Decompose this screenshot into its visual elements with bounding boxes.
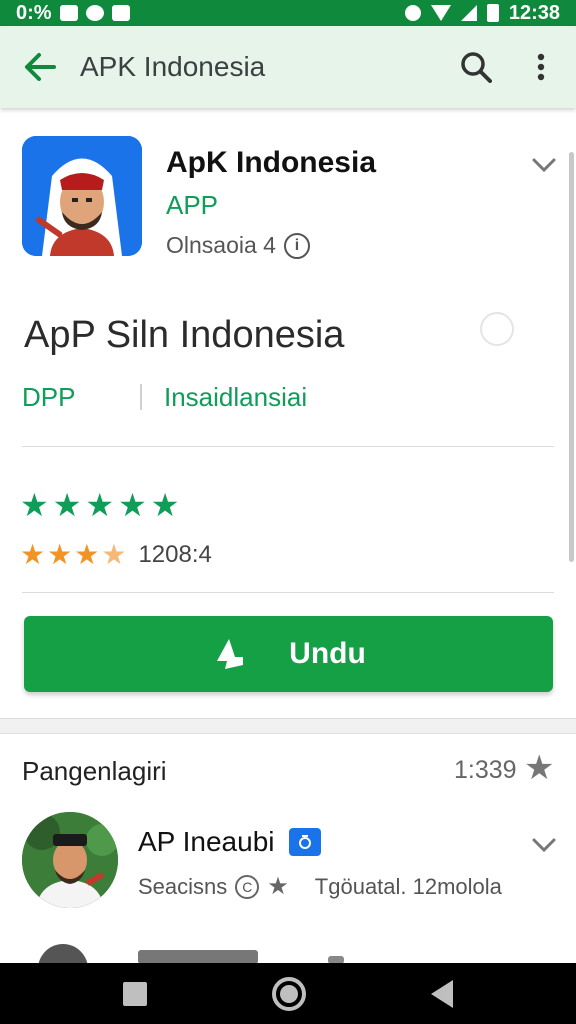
toolbar: APK Indonesia: [0, 26, 576, 108]
notification-icon: [59, 5, 78, 21]
check-icon: [480, 312, 514, 346]
more-vert-icon: [537, 53, 545, 81]
list-item-title[interactable]: AP Ineaubi: [138, 826, 321, 858]
c-circle-icon: C: [235, 874, 260, 899]
star-icon: ★: [74, 539, 100, 570]
search-button[interactable]: [446, 26, 506, 108]
list-item-subtitle: Seacisns C ★ Tgöuatal. 12molola: [138, 872, 502, 901]
star-icon: ★: [267, 873, 289, 900]
badge-glyph-icon: [298, 835, 311, 849]
app-headline: ApP Siln Indonesia: [24, 314, 345, 356]
list-item-title-text: AP Ineaubi: [138, 826, 275, 857]
divider: [22, 446, 554, 447]
star-icon: ★: [118, 487, 147, 523]
more-options-button[interactable]: [506, 26, 576, 108]
app-icon[interactable]: [22, 136, 142, 256]
avatar[interactable]: [22, 812, 118, 908]
toolbar-title: APK Indonesia: [80, 51, 266, 82]
status-left: 0:%: [16, 2, 130, 25]
scrollbar[interactable]: [569, 152, 574, 562]
app-category[interactable]: DPP: [22, 382, 75, 413]
app-type[interactable]: APP: [166, 190, 218, 221]
info-icon[interactable]: i: [283, 232, 310, 259]
section-title: Pangenlagiri: [22, 756, 167, 786]
star-icon: ★: [85, 487, 115, 523]
star-icon: ★: [20, 487, 49, 523]
battery-icon: [486, 4, 499, 22]
android-notification-icon: [111, 5, 130, 21]
chevron-down-icon[interactable]: [528, 832, 560, 860]
arrow-left-icon: [25, 53, 56, 81]
star-icon: ★: [20, 539, 46, 570]
divider: [22, 592, 554, 593]
star-icon: ★: [150, 487, 180, 523]
app-name: ApK Indonesia: [166, 146, 377, 179]
status-right: 12:38: [404, 1, 560, 25]
status-left-text: 0:%: [16, 1, 52, 24]
section-count: 1:339: [454, 756, 517, 784]
alarm-icon: [404, 5, 421, 21]
install-status[interactable]: Insaidlansiai: [164, 382, 307, 413]
rating-count: 1208:4: [138, 541, 212, 568]
download-button-label: Undu: [289, 637, 366, 670]
download-button[interactable]: Undu: [24, 616, 553, 692]
divider: [140, 384, 142, 410]
app-icon-illustration: [22, 136, 142, 256]
avatar-illustration: [22, 812, 118, 908]
recents-button[interactable]: [122, 981, 147, 1006]
chevron-down-icon[interactable]: [528, 152, 560, 180]
app-notification-icon: [85, 5, 104, 21]
star-icon: ★: [47, 539, 73, 570]
app-meta-text: Olnsaoia 4: [166, 232, 276, 258]
green-star-rating: ★ ★ ★ ★ ★: [20, 488, 179, 522]
status-bar: 0:% 12:38: [0, 0, 576, 26]
list-item-sub-right: Tgöuatal. 12molola: [314, 873, 502, 899]
back-button[interactable]: [0, 26, 80, 108]
home-button[interactable]: [271, 976, 306, 1011]
star-icon: ★: [52, 487, 82, 523]
verified-badge-icon: [288, 828, 321, 856]
half-star-icon: ★: [101, 539, 127, 570]
status-time: 12:38: [508, 1, 560, 24]
download-icon: [217, 639, 244, 669]
search-icon: [461, 52, 492, 83]
orange-star-rating: ★ ★ ★ ★ 1208:4: [20, 538, 212, 572]
section-separator: [0, 718, 576, 734]
app-meta: Olnsaoia 4 i: [166, 232, 310, 259]
list-item-sub-left: Seacisns: [138, 873, 228, 899]
wifi-icon: [430, 5, 451, 21]
signal-icon: [460, 5, 477, 21]
back-nav-button[interactable]: [431, 979, 454, 1008]
star-icon[interactable]: ★: [524, 750, 554, 786]
list-item-peek: [138, 950, 258, 964]
home-icon: [279, 984, 298, 1003]
navigation-bar: [0, 963, 576, 1024]
